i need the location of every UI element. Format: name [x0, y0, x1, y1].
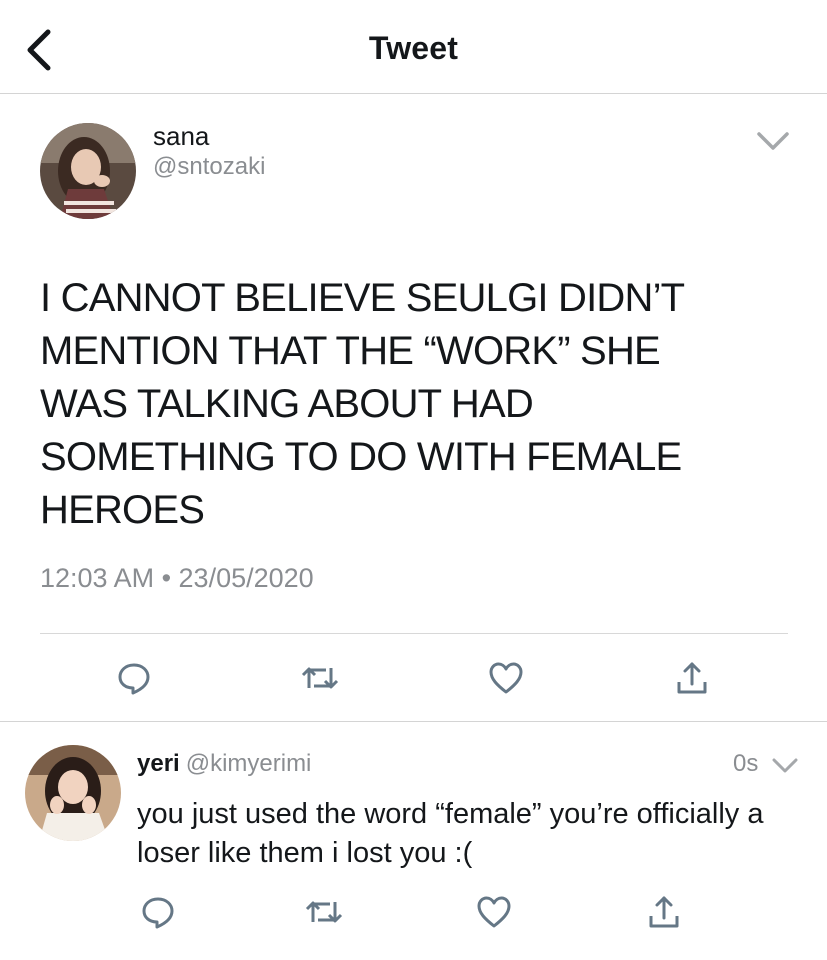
reply-retweet-button[interactable] [300, 888, 348, 936]
reply-button[interactable] [110, 654, 158, 702]
comment-icon [118, 663, 150, 695]
reply-share-button[interactable] [640, 888, 688, 936]
tweet-text-line: HEROES [40, 488, 205, 532]
divider [40, 633, 788, 634]
tweet-menu-button[interactable] [755, 128, 791, 152]
retweet-icon [305, 901, 343, 923]
like-button[interactable] [482, 654, 530, 702]
tweet-text: I CANNOT BELIEVE SEULGI DIDN’T MENTION T… [40, 272, 800, 537]
share-button[interactable] [668, 654, 716, 702]
avatar-image [40, 123, 136, 219]
reply-author-handle[interactable]: @kimyerimi [186, 750, 312, 777]
chevron-down-icon [757, 132, 789, 150]
reply-author-name[interactable]: yeri [137, 750, 180, 777]
reply-menu-button[interactable] [771, 756, 799, 776]
tweet-text-line: MENTION THAT THE “WORK” SHE [40, 329, 661, 373]
tweet-text-line: WAS TALKING ABOUT HAD [40, 382, 534, 426]
comment-icon [142, 897, 174, 929]
retweet-button[interactable] [296, 654, 344, 702]
reply-text: you just used the word “female” you’re o… [137, 798, 764, 869]
top-bar: Tweet [0, 0, 827, 94]
tweet-timestamp: 12:03 AM • 23/05/2020 [40, 563, 314, 593]
reply-reply-button[interactable] [134, 888, 182, 936]
reply-time: 0s [733, 750, 759, 777]
reply-header: yeri @kimyerimi [137, 750, 311, 778]
share-icon [677, 662, 707, 694]
reply-like-button[interactable] [470, 888, 518, 936]
tweet-text-line: SOMETHING TO DO WITH FEMALE [40, 435, 682, 479]
avatar[interactable] [40, 123, 136, 219]
divider [0, 721, 827, 722]
retweet-icon [301, 667, 339, 689]
author-name[interactable]: sana [153, 121, 209, 152]
tweet-text-line: I CANNOT BELIEVE SEULGI DIDN’T [40, 276, 685, 320]
author-handle[interactable]: @sntozaki [153, 153, 265, 181]
chevron-down-icon [772, 758, 798, 773]
heart-icon [477, 896, 511, 928]
heart-icon [489, 662, 523, 694]
page-title: Tweet [368, 30, 459, 66]
reply-avatar[interactable] [25, 745, 121, 841]
avatar-image [25, 745, 121, 841]
share-icon [649, 896, 679, 928]
